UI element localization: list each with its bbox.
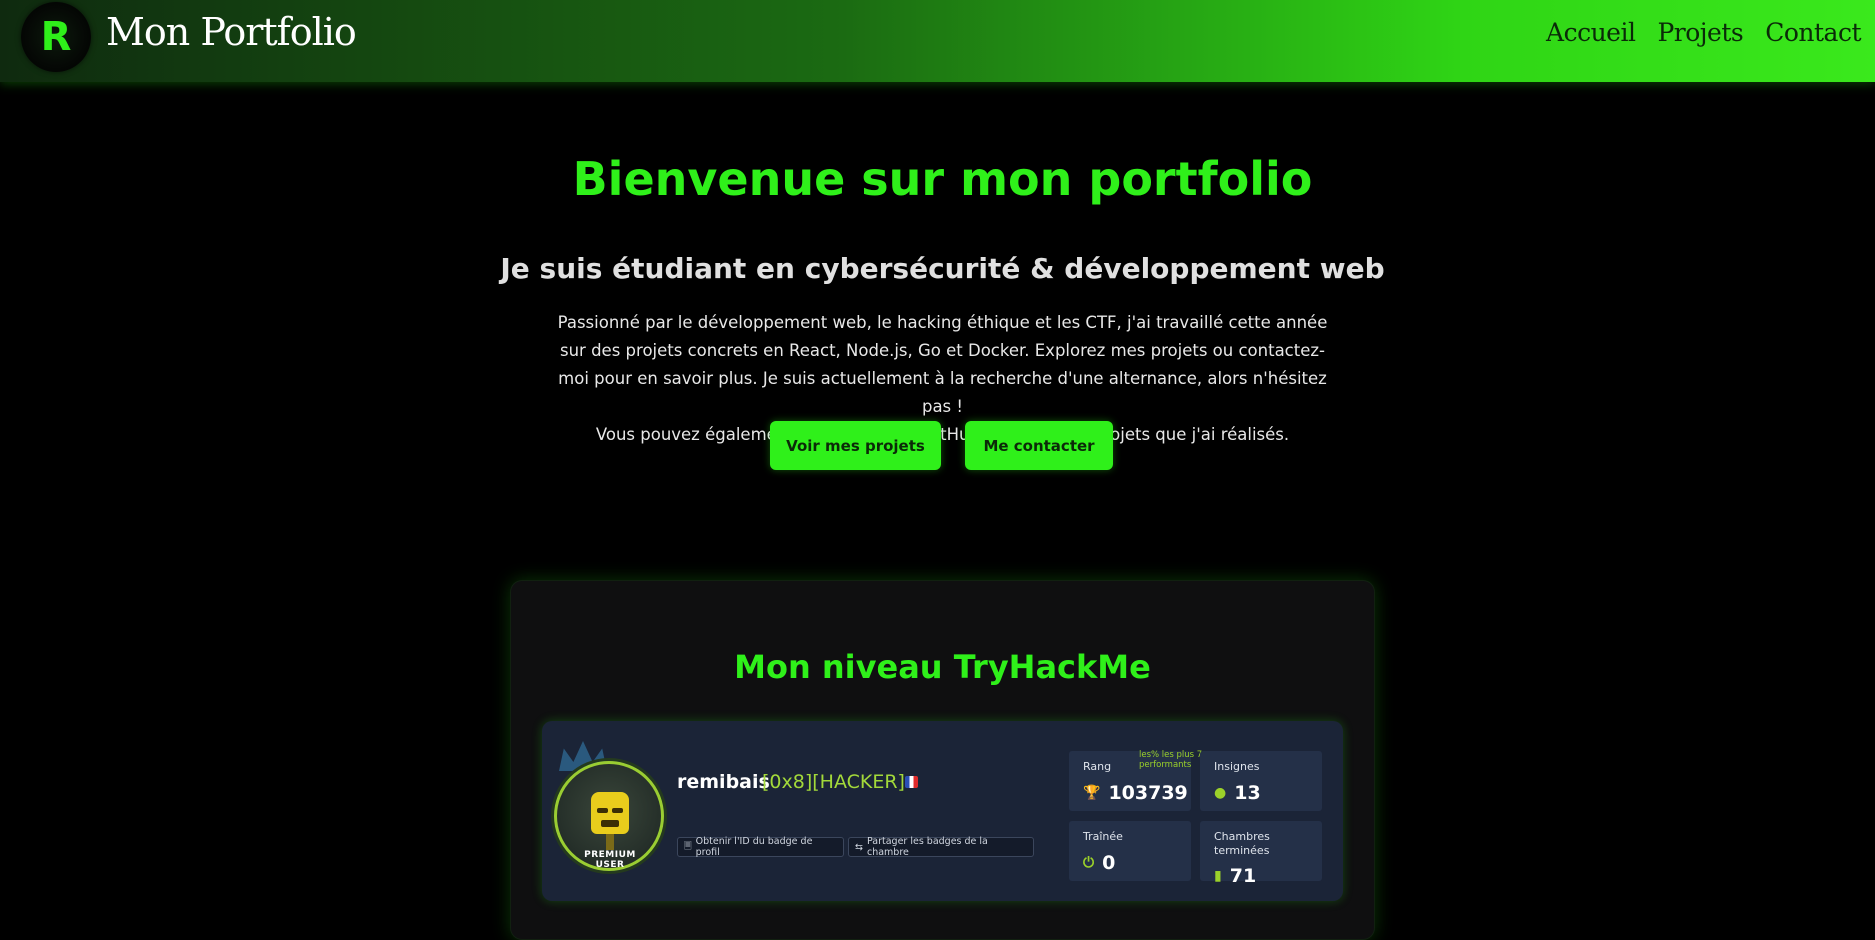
stat-value: 103739: [1108, 782, 1188, 804]
stat-label: Traînée: [1083, 830, 1123, 843]
stat-label: Rang: [1083, 760, 1112, 773]
tryhackme-badge[interactable]: PREMIUM USER remibais [0x8][HACKER] 🗏 Ob…: [542, 721, 1343, 901]
brand-title[interactable]: Mon Portfolio: [106, 10, 357, 54]
stat-badges: Insignes ● 13: [1200, 751, 1322, 811]
premium-user-label: PREMIUM USER: [584, 850, 636, 870]
stat-value: 71: [1229, 865, 1257, 887]
username: remibais: [677, 771, 770, 793]
stat-streak: Traînée ⏻ 0: [1069, 821, 1191, 881]
tryhackme-section: Mon niveau TryHackMe PREMIUM USER remiba…: [510, 580, 1375, 940]
nav-link-accueil[interactable]: Accueil: [1546, 18, 1636, 47]
hero-paragraph: Passionné par le développement web, le h…: [557, 313, 1328, 416]
badge-icon: ●: [1214, 785, 1227, 801]
top-navbar: R Mon Portfolio Accueil Projets Contact: [0, 0, 1875, 82]
avatar-circle: PREMIUM USER: [554, 761, 664, 871]
hero-subtitle: Je suis étudiant en cybersécurité & déve…: [500, 252, 1385, 285]
profile-badge-id-button[interactable]: 🗏 Obtenir l'ID du badge de profil: [677, 836, 844, 858]
door-icon: ▮: [1214, 868, 1222, 884]
stat-rank: Rang les% les plus 7 performants 🏆 10373…: [1069, 750, 1202, 811]
share-room-badges-button[interactable]: ⇆ Partager les badges de la chambre: [848, 836, 1034, 858]
top-percent-note: les% les plus 7 performants: [1139, 750, 1203, 770]
id-card-icon: 🗏: [684, 841, 692, 852]
chip-label: Obtenir l'ID du badge de profil: [695, 836, 813, 858]
trophy-icon: 🏆: [1083, 785, 1101, 801]
nav-link-contact[interactable]: Contact: [1765, 18, 1861, 47]
hero-title: Bienvenue sur mon portfolio: [572, 152, 1313, 206]
logo[interactable]: R: [21, 2, 91, 72]
view-projects-button[interactable]: Voir mes projets: [770, 421, 941, 470]
stat-label: Insignes: [1214, 760, 1260, 773]
chip-label: Partager les badges de la chambre: [866, 836, 988, 858]
stat-rooms-completed: Chambres terminées ▮ 71: [1200, 821, 1322, 887]
hero-description: Passionné par le développement web, le h…: [545, 309, 1340, 449]
share-icon: ⇆: [855, 841, 863, 853]
nav-link-projets[interactable]: Projets: [1657, 18, 1743, 47]
flame-icon: ⏻: [1083, 855, 1095, 871]
avatar: PREMIUM USER: [554, 741, 664, 871]
robot-icon: [591, 792, 629, 834]
main-nav: Accueil Projets Contact: [1546, 18, 1861, 47]
stat-value: 0: [1102, 852, 1116, 874]
logo-letter: R: [40, 14, 72, 60]
tryhackme-title: Mon niveau TryHackMe: [734, 648, 1151, 686]
stat-label: Chambres terminées: [1214, 830, 1270, 857]
france-flag-icon: [905, 776, 918, 788]
rank-tag: [0x8][HACKER]: [762, 771, 905, 793]
stat-value: 13: [1234, 782, 1261, 804]
hero-github-paragraph: Vous pouvez également consulter mon GitH…: [595, 425, 1290, 444]
contact-button[interactable]: Me contacter: [965, 421, 1113, 470]
